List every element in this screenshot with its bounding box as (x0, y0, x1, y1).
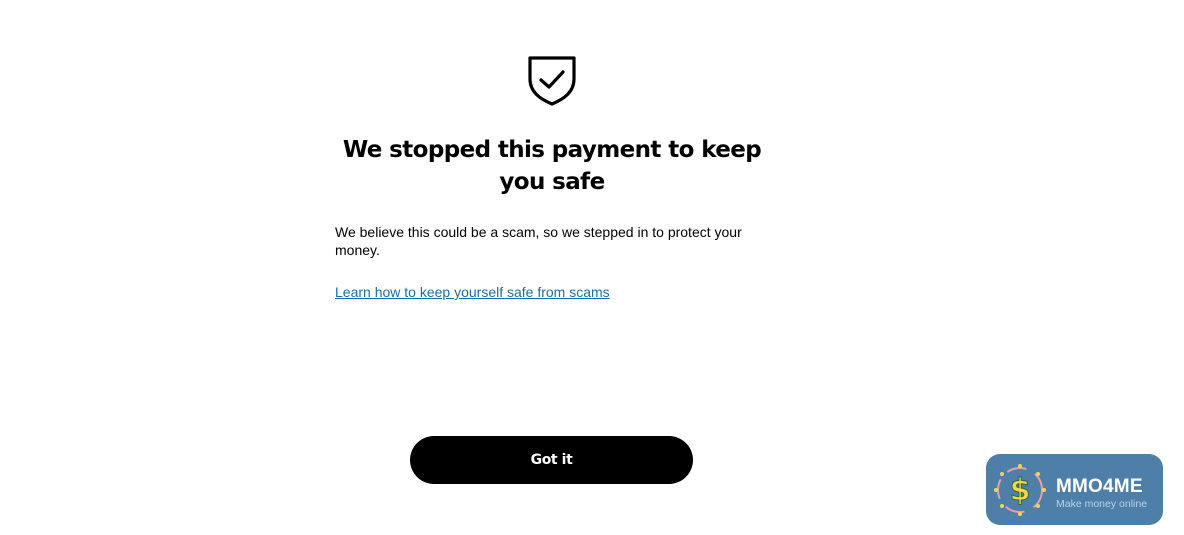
svg-text:$: $ (1010, 473, 1031, 508)
got-it-button[interactable]: Got it (410, 436, 693, 484)
scam-warning-message: We believe this could be a scam, so we s… (335, 224, 742, 258)
learn-safety-link[interactable]: Learn how to keep yourself safe from sca… (335, 283, 610, 301)
shield-check-icon (528, 56, 576, 106)
mmo4me-watermark: $ MMO4ME Make money online (986, 454, 1163, 525)
payment-stopped-screen: We stopped this payment to keep you safe… (0, 0, 1184, 535)
page-title: We stopped this payment to keep you safe (342, 137, 762, 195)
watermark-tagline: Make money online (1056, 498, 1148, 510)
dollar-sign-icon: $ (994, 464, 1046, 516)
watermark-brand-name: MMO4ME (1056, 476, 1143, 497)
